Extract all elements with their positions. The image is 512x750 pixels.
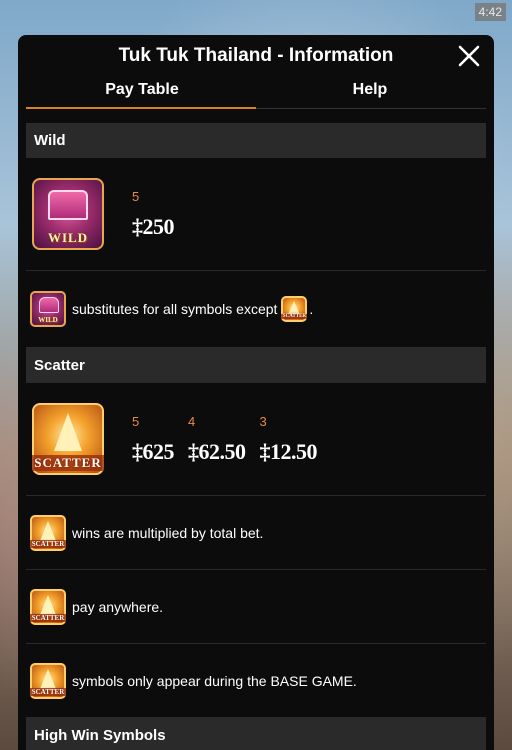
scatter-symbol-icon: SCATTER [30, 662, 66, 699]
scatter-symbol-icon: SCATTER [30, 588, 66, 625]
pay-value: ‡62.50 [188, 438, 246, 464]
scatter-note: pay anywhere. [72, 598, 164, 615]
pay-count: 4 [188, 413, 196, 429]
pay-value: ‡250 [132, 213, 175, 239]
section-header-high-win: High Win Symbols [26, 718, 486, 750]
panel-title: Tuk Tuk Thailand - Information [118, 45, 394, 66]
scatter-note-row: SCATTER symbols only appear during the B… [26, 644, 486, 718]
wild-description: substitutes for all symbols except [72, 301, 278, 317]
wild-symbol-icon: WILD [32, 178, 104, 250]
wild-symbol-icon: WILD [30, 291, 66, 327]
section-header-scatter: Scatter [26, 348, 486, 383]
scatter-pay-row: SCATTER 5 ‡625 4 ‡62.50 3 ‡12.50 [26, 383, 486, 496]
active-tab-indicator [26, 107, 256, 109]
tab-bar: Pay Table Help [28, 79, 484, 109]
wild-description-end: . [309, 301, 314, 317]
scatter-symbol-icon: SCATTER [32, 403, 104, 475]
panel-header: Tuk Tuk Thailand - Information Pay Table… [18, 35, 494, 109]
scatter-note: symbols only appear during the BASE GAME… [72, 672, 357, 689]
pay-value: ‡625 [132, 438, 175, 464]
pay-entry: 5 ‡250 [132, 188, 175, 240]
close-button[interactable] [456, 43, 482, 69]
pay-count: 5 [132, 188, 140, 204]
status-time: 4:42 [474, 3, 506, 21]
pay-entry: 5 ‡625 [132, 413, 175, 465]
scatter-symbol-icon: SCATTER [281, 296, 308, 322]
wild-desc-row: WILD substitutes for all symbols except … [26, 271, 486, 348]
pay-entry: 4 ‡62.50 [188, 414, 246, 465]
pay-count: 5 [132, 413, 140, 429]
paytable-content[interactable]: Wild WILD 5 ‡250 WILD substitutes for al… [26, 123, 486, 750]
pay-value: ‡12.50 [259, 438, 318, 464]
scatter-note: wins are multiplied by total bet. [72, 524, 264, 541]
tab-help[interactable]: Help [256, 79, 484, 109]
close-icon [458, 45, 480, 67]
pay-count: 3 [259, 413, 267, 429]
info-panel: Tuk Tuk Thailand - Information Pay Table… [18, 35, 494, 750]
scatter-note-row: SCATTER wins are multiplied by total bet… [26, 496, 486, 570]
wild-pay-row: WILD 5 ‡250 [26, 158, 486, 271]
scatter-pays: 5 ‡625 4 ‡62.50 3 ‡12.50 [132, 414, 317, 465]
section-header-wild: Wild [26, 123, 486, 158]
pay-entry: 3 ‡12.50 [260, 414, 318, 465]
wild-pays: 5 ‡250 [132, 188, 175, 240]
scatter-symbol-icon: SCATTER [30, 514, 66, 551]
tab-pay-table[interactable]: Pay Table [28, 79, 256, 109]
scatter-note-row: SCATTER pay anywhere. [26, 570, 486, 644]
